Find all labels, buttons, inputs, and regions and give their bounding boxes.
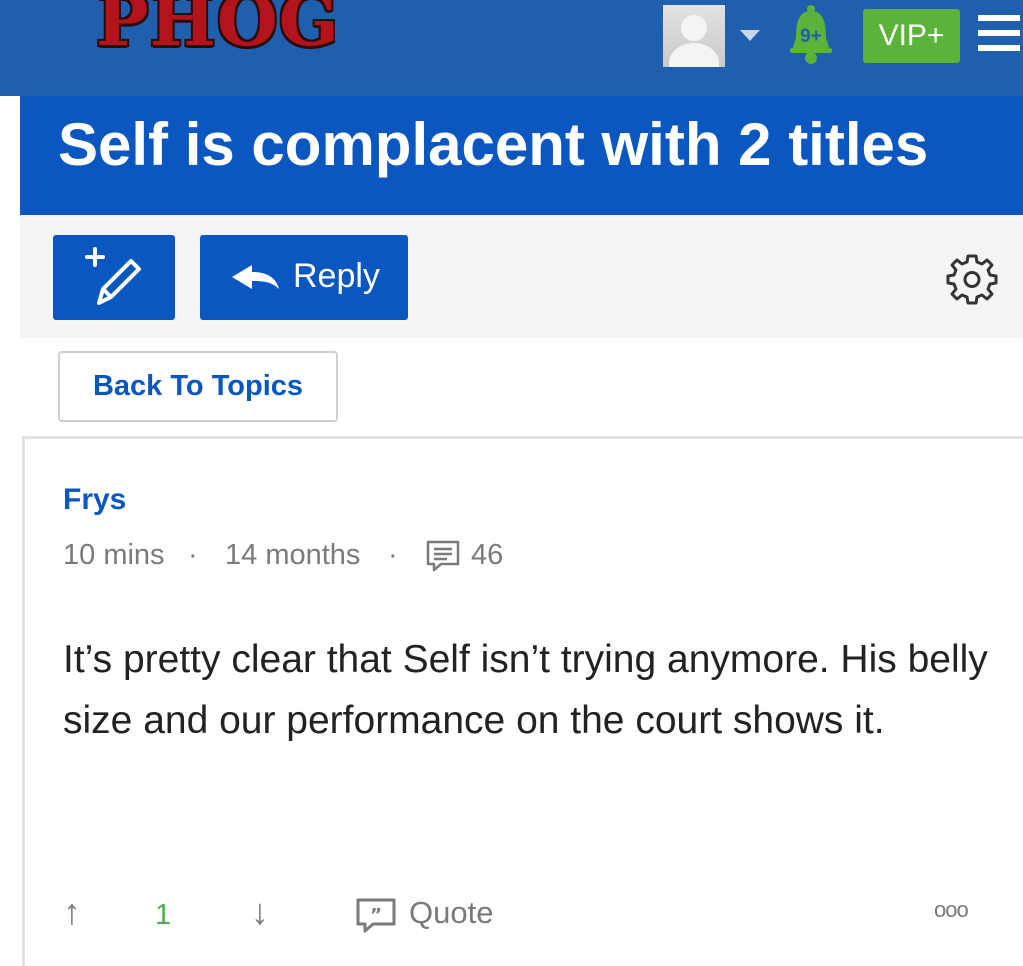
comments-icon [426, 540, 460, 572]
post-author[interactable]: Frys [63, 483, 126, 517]
post-time: 10 mins [63, 539, 165, 571]
reply-button[interactable]: Reply [200, 235, 408, 320]
site-header: PHOG 9+ VIP+ [0, 0, 1023, 96]
more-options-icon[interactable]: ooo [934, 897, 969, 923]
notifications-button[interactable]: 9+ [788, 4, 834, 66]
meta-separator: · [188, 539, 198, 571]
new-topic-pencil-icon [85, 247, 141, 305]
account-age: 14 months [225, 539, 361, 571]
downvote-arrow-icon[interactable]: ↓ [251, 891, 269, 933]
avatar-shoulders [669, 43, 719, 67]
forum-post: Frys 10 mins · 14 months · 46 It’s prett… [22, 436, 1023, 966]
chevron-down-icon[interactable] [740, 30, 760, 41]
new-topic-button[interactable] [53, 235, 175, 320]
thread-title: Self is complacent with 2 titles [58, 111, 929, 178]
notification-count: 9+ [800, 26, 822, 47]
vip-button[interactable]: VIP+ [863, 9, 960, 63]
meta-separator: · [388, 539, 398, 571]
post-actions: ↑ 1 ↓ ” Quote ooo [63, 891, 1003, 941]
hamburger-menu-icon[interactable] [978, 15, 1020, 53]
avatar-head [681, 15, 707, 41]
hamburger-line [978, 15, 1020, 21]
gear-icon[interactable] [946, 253, 998, 305]
post-body: It’s pretty clear that Self isn’t trying… [63, 638, 988, 742]
reply-label: Reply [293, 257, 380, 295]
quote-label: Quote [409, 895, 494, 930]
post-count: 46 [471, 539, 504, 571]
reply-arrow-icon [232, 265, 279, 289]
svg-text:”: ” [370, 905, 382, 926]
quote-icon: ” [356, 898, 396, 933]
hamburger-line [978, 45, 1020, 51]
vote-count: 1 [155, 899, 172, 931]
thread-title-banner: Self is complacent with 2 titles [20, 96, 1023, 215]
user-avatar[interactable] [663, 5, 725, 67]
thread-toolbar: Reply [20, 215, 1023, 338]
upvote-arrow-icon[interactable]: ↑ [63, 891, 81, 933]
site-logo[interactable]: PHOG [96, 0, 340, 56]
hamburger-line [978, 30, 1020, 36]
back-to-topics-button[interactable]: Back To Topics [58, 351, 338, 422]
